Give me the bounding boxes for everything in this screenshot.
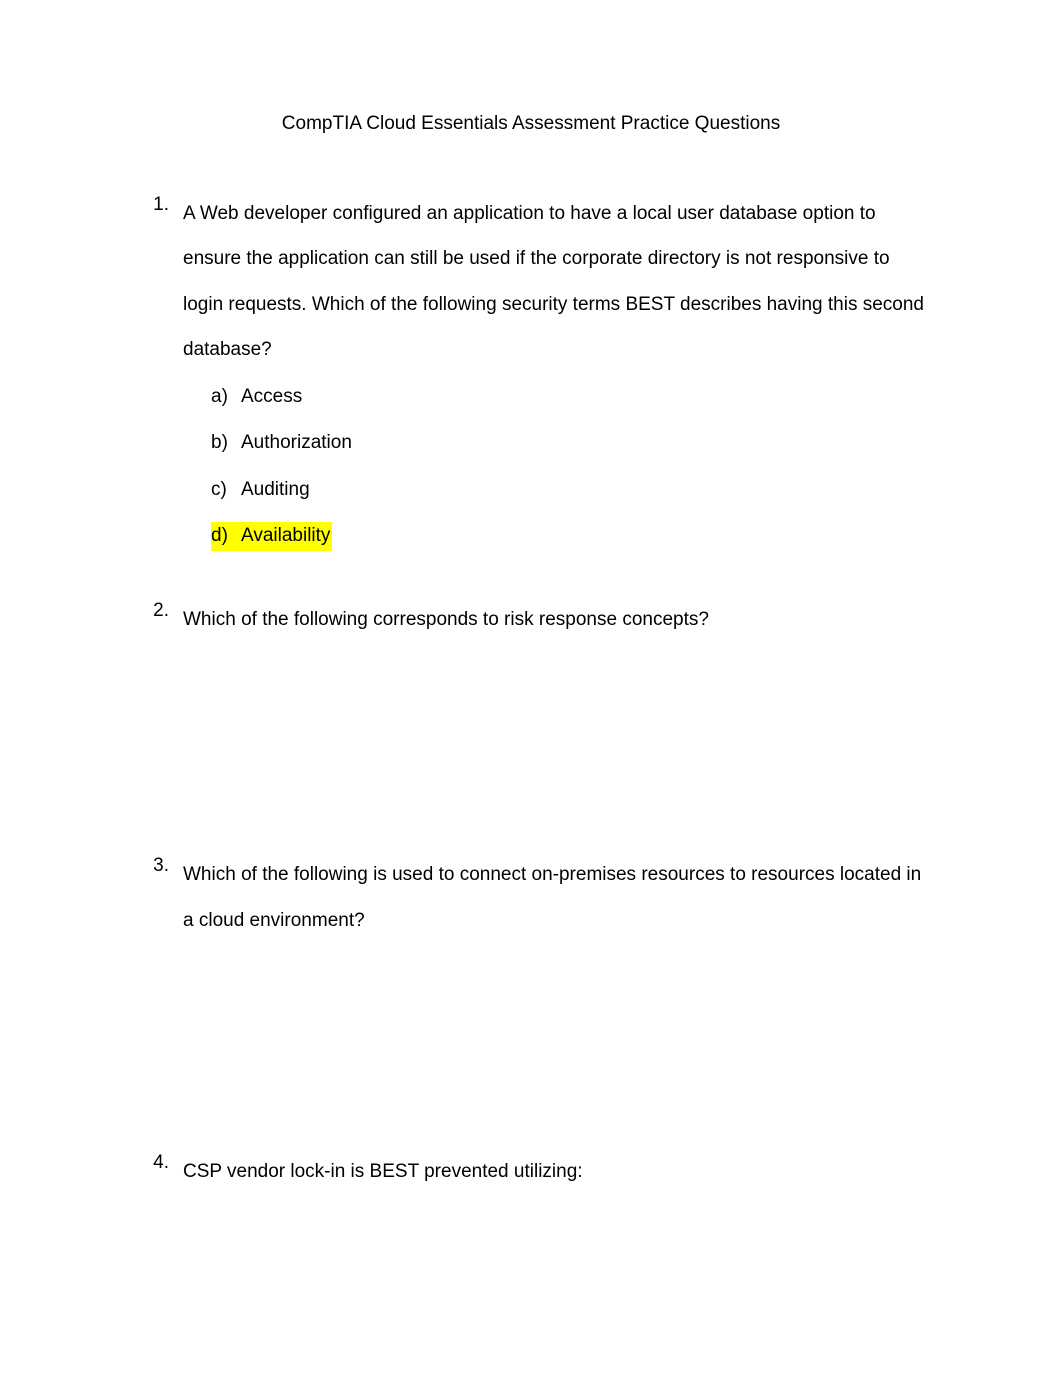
option-letter: b) [211, 429, 241, 458]
question-4: 4. CSP vendor lock-in is BEST prevented … [145, 1149, 932, 1205]
option-text: Availability [241, 522, 330, 551]
options-list: a) Access b) Authorization c) Auditing d… [183, 383, 932, 551]
question-number: 3. [145, 852, 183, 953]
question-content: CSP vendor lock-in is BEST prevented uti… [183, 1149, 932, 1205]
question-text: Which of the following corresponds to ri… [183, 597, 932, 643]
option-letter: a) [211, 383, 241, 412]
highlighted-option-row: d) Availability [211, 522, 332, 551]
question-2: 2. Which of the following corresponds to… [145, 597, 932, 653]
question-content: A Web developer configured an applicatio… [183, 191, 932, 569]
question-list: 1. A Web developer configured an applica… [130, 191, 932, 1205]
question-content: Which of the following corresponds to ri… [183, 597, 932, 653]
option-a: a) Access [211, 383, 932, 412]
document-title: CompTIA Cloud Essentials Assessment Prac… [130, 110, 932, 139]
option-letter: c) [211, 476, 241, 505]
option-text: Auditing [241, 476, 932, 505]
option-c: c) Auditing [211, 476, 932, 505]
question-1: 1. A Web developer configured an applica… [145, 191, 932, 569]
option-b: b) Authorization [211, 429, 932, 458]
option-text: Authorization [241, 429, 932, 458]
question-content: Which of the following is used to connec… [183, 852, 932, 953]
option-d: d) Availability [211, 522, 932, 551]
option-letter: d) [211, 522, 241, 551]
question-number: 1. [145, 191, 183, 569]
question-3: 3. Which of the following is used to con… [145, 852, 932, 953]
option-text: Access [241, 383, 932, 412]
question-text: A Web developer configured an applicatio… [183, 191, 932, 373]
question-text: Which of the following is used to connec… [183, 852, 932, 943]
question-text: CSP vendor lock-in is BEST prevented uti… [183, 1149, 932, 1195]
question-number: 4. [145, 1149, 183, 1205]
question-number: 2. [145, 597, 183, 653]
